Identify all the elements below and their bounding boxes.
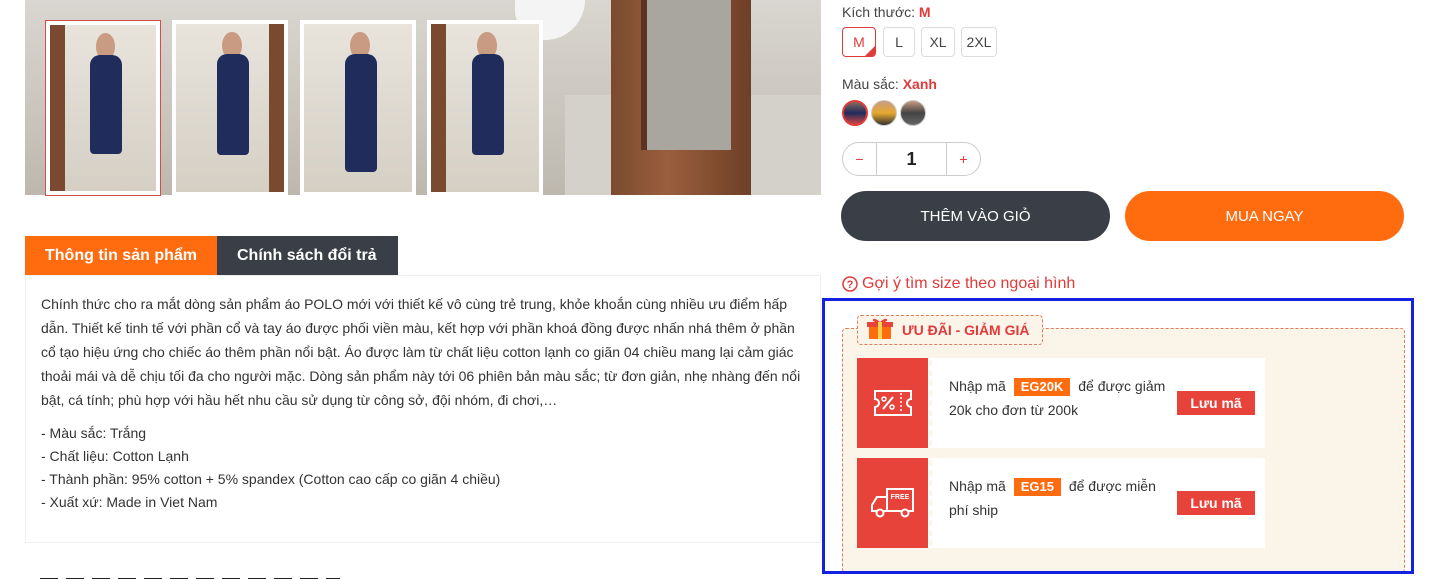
size-option-l[interactable]: L bbox=[883, 27, 915, 57]
color-swatch-3[interactable] bbox=[900, 100, 926, 126]
spec-material: - Chất liệu: Cotton Lạnh bbox=[41, 448, 189, 464]
thumbnail-4[interactable] bbox=[427, 20, 543, 196]
buy-now-button[interactable]: MUA NGAY bbox=[1125, 191, 1404, 241]
product-description: Chính thức cho ra mắt dòng sản phẩm áo P… bbox=[25, 275, 821, 543]
color-swatch-1[interactable] bbox=[842, 100, 868, 126]
selected-size: M bbox=[918, 4, 931, 20]
question-circle-icon: ? bbox=[842, 276, 858, 292]
spec-origin: - Xuất xứ: Made in Viet Nam bbox=[41, 494, 218, 510]
color-swatch-2[interactable] bbox=[871, 100, 897, 126]
svg-text:?: ? bbox=[847, 279, 854, 291]
size-label-row: Kích thước: M bbox=[842, 4, 931, 20]
tab-return-policy[interactable]: Chính sách đổi trả bbox=[217, 236, 398, 275]
selected-color: Xanh bbox=[902, 76, 937, 92]
thumbnail-1[interactable] bbox=[45, 20, 161, 196]
description-paragraph: Chính thức cho ra mắt dòng sản phẩm áo P… bbox=[41, 296, 801, 408]
color-label: Màu sắc: bbox=[842, 76, 899, 92]
tab-product-info[interactable]: Thông tin sản phẩm bbox=[25, 236, 217, 275]
quantity-input[interactable]: 1 bbox=[876, 143, 947, 175]
size-option-2xl[interactable]: 2XL bbox=[961, 27, 997, 57]
spec-color: - Màu sắc: Trắng bbox=[41, 425, 147, 441]
color-label-row: Màu sắc: Xanh bbox=[842, 76, 937, 92]
quantity-stepper: − 1 + bbox=[842, 142, 981, 176]
size-guide-text: Gợi ý tìm size theo ngoại hình bbox=[862, 275, 1076, 292]
size-guide-link[interactable]: ? Gợi ý tìm size theo ngoại hình bbox=[842, 275, 1075, 293]
quantity-increase-button[interactable]: + bbox=[947, 143, 980, 175]
size-option-m[interactable]: M bbox=[842, 27, 876, 57]
size-label: Kích thước: bbox=[842, 4, 916, 20]
spec-composition: - Thành phần: 95% cotton + 5% spandex (C… bbox=[41, 471, 501, 487]
thumbnail-3[interactable] bbox=[300, 20, 416, 196]
product-tabs: Thông tin sản phẩm Chính sách đổi trả bbox=[25, 236, 398, 275]
thumbnail-2[interactable] bbox=[172, 20, 288, 196]
quantity-decrease-button[interactable]: − bbox=[843, 143, 876, 175]
highlight-box bbox=[822, 298, 1414, 574]
cut-off-heading bbox=[40, 568, 360, 579]
add-to-cart-button[interactable]: THÊM VÀO GIỎ bbox=[841, 191, 1110, 241]
size-option-xl[interactable]: XL bbox=[921, 27, 955, 57]
